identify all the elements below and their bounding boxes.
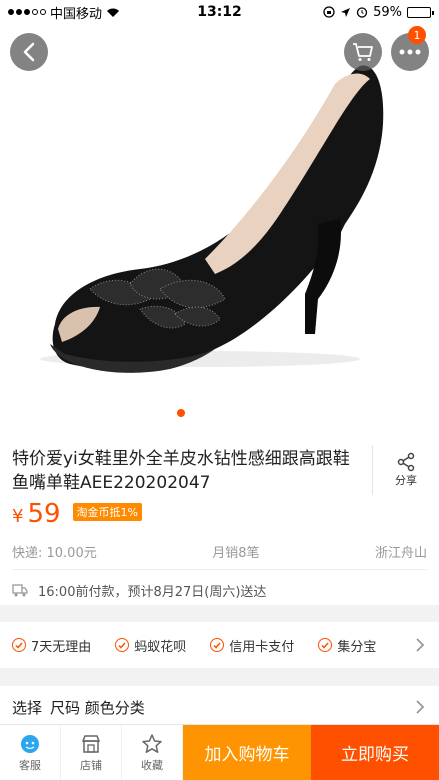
battery-icon bbox=[407, 6, 434, 18]
truck-icon bbox=[12, 584, 28, 597]
product-title: 特价爱yi女鞋里外全羊皮水钻性感细跟高跟鞋鱼嘴单鞋AEE220202047 bbox=[12, 449, 350, 493]
service-item: 蚂蚁花呗 bbox=[115, 636, 186, 655]
alarm-icon bbox=[356, 7, 368, 18]
check-icon bbox=[12, 638, 26, 652]
select-label: 选择 bbox=[12, 698, 43, 717]
price-symbol: ¥ bbox=[12, 506, 24, 527]
cart-icon bbox=[353, 43, 373, 61]
star-icon bbox=[142, 733, 162, 753]
location-arrow-icon bbox=[341, 7, 351, 17]
cart-button[interactable] bbox=[344, 33, 382, 71]
share-label: 分享 bbox=[395, 474, 417, 487]
status-left: 中国移动 bbox=[8, 3, 120, 22]
share-icon bbox=[397, 452, 415, 472]
battery-percent: 59% bbox=[373, 4, 402, 20]
price-value: 59 bbox=[27, 499, 61, 529]
service-label: 蚂蚁花呗 bbox=[134, 639, 187, 655]
service-item: 集分宝 bbox=[318, 636, 376, 655]
select-sku-row[interactable]: 选择 尺码 颜色分类 bbox=[0, 686, 439, 728]
service-item: 7天无理由 bbox=[12, 636, 91, 655]
chevron-right-icon bbox=[416, 700, 425, 714]
chevron-right-icon bbox=[416, 638, 425, 652]
check-icon bbox=[210, 638, 225, 652]
monthly-sales: 月销8笔 bbox=[212, 546, 260, 561]
price-row: ¥ 59 淘金币抵1% bbox=[12, 499, 142, 529]
service-guarantees[interactable]: 7天无理由 蚂蚁花呗 信用卡支付 集分宝 bbox=[0, 622, 439, 668]
add-to-cart-button[interactable]: 加入购物车 bbox=[183, 725, 311, 780]
product-image[interactable]: 1 bbox=[0, 24, 439, 437]
service-label: 7天无理由 bbox=[31, 639, 92, 655]
signal-icon bbox=[8, 9, 46, 15]
shop-icon bbox=[81, 734, 101, 753]
check-icon bbox=[115, 638, 130, 652]
delivery-text: 16:00前付款，预计8月27日(周六)送达 bbox=[38, 585, 267, 600]
divider bbox=[12, 569, 427, 570]
select-options: 尺码 颜色分类 bbox=[50, 698, 145, 717]
check-icon bbox=[318, 638, 333, 652]
service-label: 信用卡支付 bbox=[229, 639, 295, 655]
product-info: 特价爱yi女鞋里外全羊皮水钻性感细跟高跟鞋鱼嘴单鞋AEE220202047 分享… bbox=[0, 437, 439, 605]
buy-now-button[interactable]: 立即购买 bbox=[311, 725, 439, 780]
customer-service-tab[interactable]: 客服 bbox=[0, 725, 61, 780]
delivery-estimate: 16:00前付款，预计8月27日(周六)送达 bbox=[12, 581, 266, 600]
shipping-fee: 快递: 10.00元 bbox=[12, 546, 97, 561]
favorite-tab[interactable]: 收藏 bbox=[122, 725, 183, 780]
coin-discount-tag: 淘金币抵1% bbox=[72, 503, 142, 521]
rotation-lock-icon bbox=[323, 6, 335, 18]
wifi-icon bbox=[107, 8, 120, 17]
customer-service-icon bbox=[21, 734, 39, 753]
favorite-label: 收藏 bbox=[141, 758, 163, 772]
service-item: 信用卡支付 bbox=[210, 636, 294, 655]
service-label: 集分宝 bbox=[337, 639, 377, 655]
ship-location: 浙江舟山 bbox=[374, 546, 427, 561]
carrier-label: 中国移动 bbox=[50, 6, 103, 22]
shop-tab[interactable]: 店铺 bbox=[61, 725, 122, 780]
status-right: 59% bbox=[323, 4, 434, 20]
more-dots-icon bbox=[399, 49, 421, 55]
shop-label: 店铺 bbox=[80, 758, 102, 772]
customer-service-label: 客服 bbox=[19, 758, 41, 772]
notification-badge: 1 bbox=[408, 26, 426, 44]
status-time: 13:12 bbox=[197, 4, 242, 20]
shoe-image bbox=[0, 24, 439, 437]
meta-row: 快递: 10.00元 月销8笔 浙江舟山 bbox=[12, 542, 427, 561]
bottom-action-bar: 客服 店铺 收藏 加入购物车 立即购买 bbox=[0, 724, 439, 780]
back-button[interactable] bbox=[10, 33, 48, 71]
carousel-indicator bbox=[177, 409, 185, 417]
share-button[interactable]: 分享 bbox=[372, 445, 439, 495]
status-bar: 中国移动 13:12 59% bbox=[0, 0, 439, 24]
chevron-left-icon bbox=[23, 42, 35, 62]
